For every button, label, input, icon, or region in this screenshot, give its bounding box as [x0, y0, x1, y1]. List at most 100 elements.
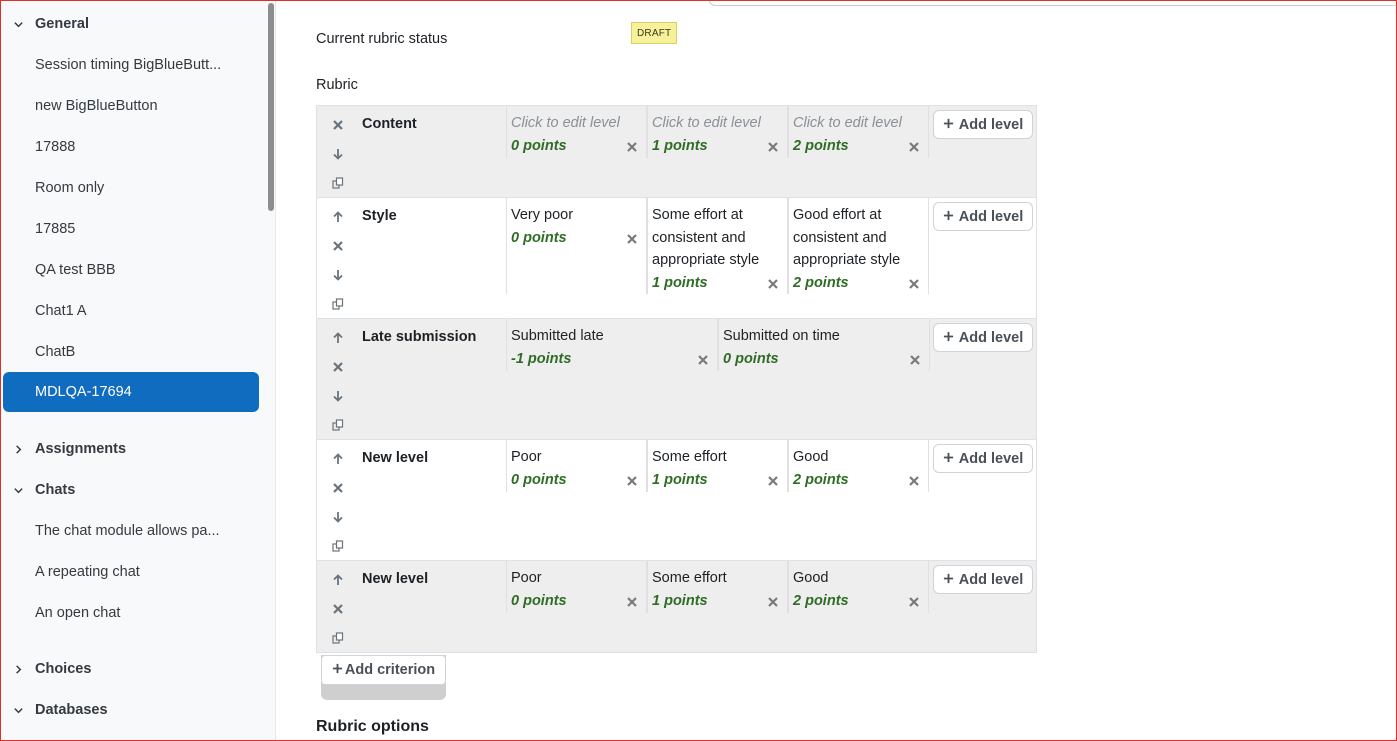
sidebar-item[interactable]: An open chat — [3, 593, 259, 633]
sidebar-item[interactable]: 17888 — [3, 127, 259, 167]
level-cell[interactable]: Submitted late -1 points — [506, 319, 718, 371]
delete-level-icon[interactable] — [909, 354, 921, 366]
level-definition[interactable]: Click to edit level — [511, 112, 642, 135]
level-cell[interactable]: Click to edit level 1 points — [647, 106, 788, 158]
chevron-right-icon[interactable] — [1, 444, 35, 455]
delete-level-icon[interactable] — [767, 475, 779, 487]
add-level-button[interactable]: Add level — [933, 565, 1033, 594]
move-down-icon[interactable] — [331, 268, 345, 282]
level-cell[interactable]: Good 2 points — [788, 561, 929, 613]
level-points[interactable]: -1 points — [511, 348, 571, 371]
level-definition[interactable]: Click to edit level — [793, 112, 924, 135]
duplicate-criterion-icon[interactable] — [331, 539, 345, 553]
sidebar-scrollbar[interactable] — [268, 3, 274, 211]
add-level-button[interactable]: Add level — [933, 323, 1033, 352]
level-points[interactable]: 1 points — [652, 272, 708, 295]
chevron-down-icon[interactable] — [1, 485, 35, 496]
level-definition[interactable]: Good — [793, 567, 924, 590]
move-down-icon[interactable] — [331, 389, 345, 403]
delete-level-icon[interactable] — [626, 233, 638, 245]
move-up-icon[interactable] — [331, 573, 345, 587]
level-points[interactable]: 0 points — [511, 227, 567, 250]
sidebar-item[interactable]: QA test BBB — [3, 250, 259, 290]
section-general[interactable]: General — [1, 8, 261, 40]
level-definition[interactable]: Very poor — [511, 204, 642, 227]
delete-level-icon[interactable] — [767, 596, 779, 608]
level-points[interactable]: 1 points — [652, 590, 708, 613]
level-definition[interactable]: Click to edit level — [652, 112, 783, 135]
level-cell[interactable]: Good effort at consistent and appropriat… — [788, 198, 929, 294]
add-criterion-button[interactable]: Add criterion — [321, 655, 446, 685]
move-down-icon[interactable] — [331, 510, 345, 524]
chevron-down-icon[interactable] — [1, 19, 35, 30]
move-up-icon[interactable] — [331, 452, 345, 466]
add-level-button[interactable]: Add level — [933, 202, 1033, 231]
criterion-name[interactable]: Late submission — [362, 329, 476, 345]
level-points[interactable]: 2 points — [793, 135, 849, 158]
move-up-icon[interactable] — [331, 210, 345, 224]
level-definition[interactable]: Poor — [511, 446, 642, 469]
sidebar-item[interactable]: 17885 — [3, 209, 259, 249]
chevron-right-icon[interactable] — [1, 664, 35, 675]
level-points[interactable]: 0 points — [511, 469, 567, 492]
sidebar-item[interactable]: The chat module allows pa... — [3, 511, 259, 551]
chevron-down-icon[interactable] — [1, 705, 35, 716]
level-definition[interactable]: Submitted on time — [723, 325, 925, 348]
sidebar-item[interactable]: A repeating chat — [3, 552, 259, 592]
sidebar-item[interactable]: new BigBlueButton — [3, 86, 259, 126]
sidebar-item[interactable]: ChatB — [3, 332, 259, 372]
level-cell[interactable]: Submitted on time 0 points — [718, 319, 930, 371]
duplicate-criterion-icon[interactable] — [331, 631, 345, 645]
delete-level-icon[interactable] — [626, 475, 638, 487]
add-level-button[interactable]: Add level — [933, 110, 1033, 139]
level-cell[interactable]: Poor 0 points — [506, 561, 647, 613]
level-definition[interactable]: Some effort at consistent and appropriat… — [652, 204, 783, 272]
duplicate-criterion-icon[interactable] — [331, 418, 345, 432]
level-cell[interactable]: Poor 0 points — [506, 440, 647, 492]
sidebar-item[interactable]: Chat1 A — [3, 291, 259, 331]
delete-level-icon[interactable] — [908, 596, 920, 608]
level-cell[interactable]: Some effort at consistent and appropriat… — [647, 198, 788, 294]
level-points[interactable]: 0 points — [511, 135, 567, 158]
duplicate-criterion-icon[interactable] — [331, 176, 345, 190]
criterion-name[interactable]: New level — [362, 450, 428, 466]
duplicate-criterion-icon[interactable] — [331, 297, 345, 311]
section-chats[interactable]: Chats — [1, 474, 261, 506]
level-cell[interactable]: Very poor 0 points — [506, 198, 647, 294]
sidebar-item-active[interactable]: MDLQA-17694 — [3, 372, 259, 412]
criterion-name[interactable]: New level — [362, 571, 428, 587]
level-points[interactable]: 0 points — [723, 348, 779, 371]
delete-level-icon[interactable] — [697, 354, 709, 366]
delete-criterion-icon[interactable] — [331, 360, 345, 374]
level-definition[interactable]: Some effort — [652, 567, 783, 590]
level-cell[interactable]: Some effort 1 points — [647, 440, 788, 492]
description-input[interactable] — [709, 0, 1397, 6]
sidebar-item[interactable]: Session timing BigBlueButt... — [3, 45, 259, 85]
delete-level-icon[interactable] — [908, 475, 920, 487]
level-cell[interactable]: Some effort 1 points — [647, 561, 788, 613]
move-down-icon[interactable] — [331, 147, 345, 161]
section-choices[interactable]: Choices — [1, 653, 261, 685]
delete-level-icon[interactable] — [767, 278, 779, 290]
level-definition[interactable]: Some effort — [652, 446, 783, 469]
level-points[interactable]: 1 points — [652, 469, 708, 492]
delete-level-icon[interactable] — [767, 141, 779, 153]
delete-criterion-icon[interactable] — [331, 118, 345, 132]
level-points[interactable]: 2 points — [793, 272, 849, 295]
move-up-icon[interactable] — [331, 331, 345, 345]
delete-level-icon[interactable] — [908, 278, 920, 290]
section-databases[interactable]: Databases — [1, 694, 261, 726]
level-cell[interactable]: Click to edit level 0 points — [506, 106, 647, 158]
level-definition[interactable]: Poor — [511, 567, 642, 590]
level-definition[interactable]: Good effort at consistent and appropriat… — [793, 204, 924, 272]
section-assignments[interactable]: Assignments — [1, 433, 261, 465]
delete-level-icon[interactable] — [908, 141, 920, 153]
sidebar-item[interactable]: Room only — [3, 168, 259, 208]
delete-level-icon[interactable] — [626, 596, 638, 608]
level-points[interactable]: 2 points — [793, 469, 849, 492]
delete-criterion-icon[interactable] — [331, 602, 345, 616]
delete-criterion-icon[interactable] — [331, 481, 345, 495]
criterion-name[interactable]: Content — [362, 116, 417, 132]
level-points[interactable]: 2 points — [793, 590, 849, 613]
level-cell[interactable]: Good 2 points — [788, 440, 929, 492]
